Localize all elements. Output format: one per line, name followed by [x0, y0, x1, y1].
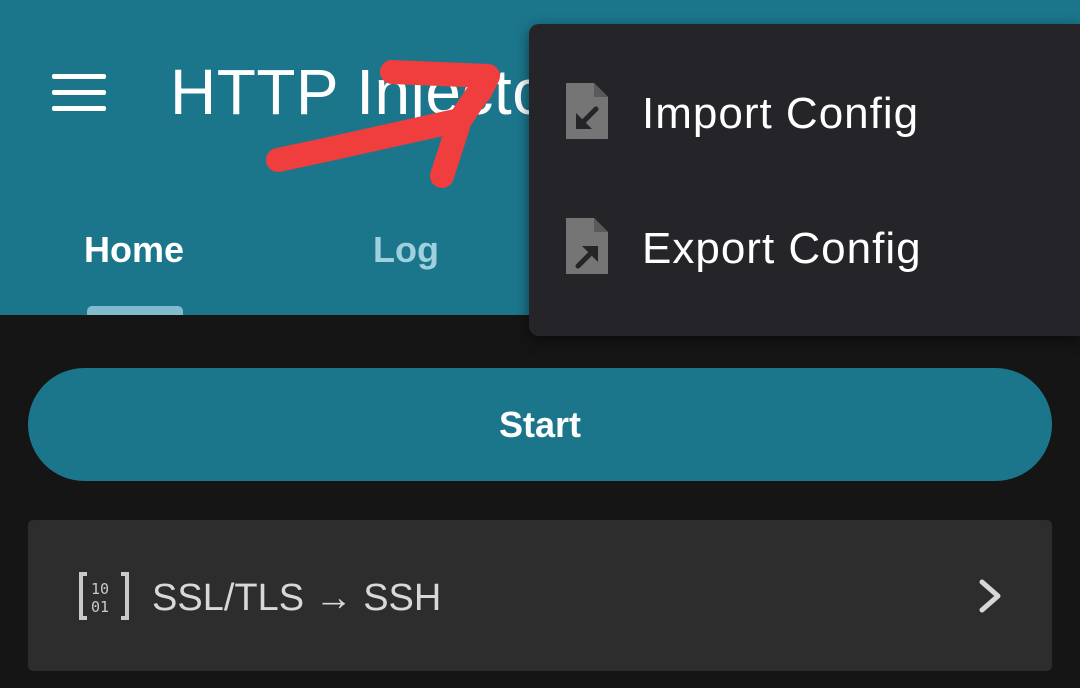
tab-indicator [87, 306, 183, 315]
hamburger-menu-icon[interactable] [52, 72, 106, 112]
tunnel-type-row[interactable]: 10 01 SSL/TLS → SSH [28, 520, 1052, 671]
export-config-label: Export Config [642, 224, 922, 273]
svg-text:10: 10 [91, 580, 109, 598]
start-button[interactable]: Start [28, 368, 1052, 481]
file-export-icon [566, 218, 608, 274]
binary-code-icon: 10 01 [79, 572, 129, 620]
import-config-menu-item[interactable]: Import Config [529, 50, 1080, 180]
tab-home[interactable]: Home [84, 226, 184, 274]
tab-log[interactable]: Log [373, 226, 439, 274]
chevron-right-icon [979, 579, 1001, 613]
tunnel-type-label: SSL/TLS → SSH [152, 577, 442, 619]
svg-text:01: 01 [91, 598, 109, 616]
overflow-menu: Import Config Export Config [529, 24, 1080, 336]
import-config-label: Import Config [642, 89, 920, 138]
app-screen: HTTP Injector Home Log Start 10 01 SSL/T… [0, 0, 1080, 688]
app-title: HTTP Injector [170, 56, 571, 128]
export-config-menu-item[interactable]: Export Config [529, 185, 1080, 315]
file-import-icon [566, 83, 608, 139]
